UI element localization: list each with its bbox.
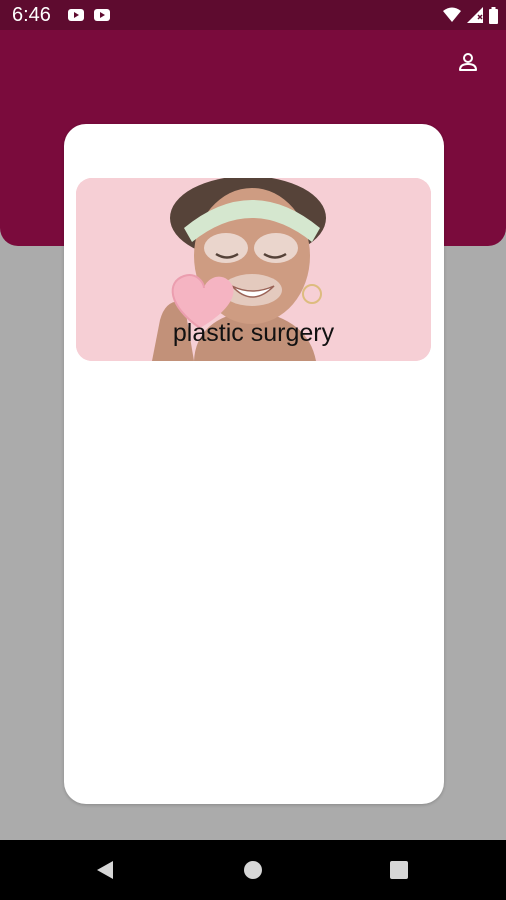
back-icon[interactable] <box>97 861 113 879</box>
category-card-plastic-surgery[interactable]: plastic surgery <box>76 178 431 361</box>
person-icon <box>459 53 477 71</box>
profile-button[interactable] <box>454 48 482 76</box>
wifi-icon <box>443 7 461 22</box>
youtube-icon <box>68 9 84 21</box>
youtube-icon <box>94 9 110 21</box>
status-bar: 6:46 <box>0 0 506 30</box>
cell-signal-icon <box>467 7 483 23</box>
status-time: 6:46 <box>12 4 51 26</box>
nav-bar <box>0 840 506 900</box>
status-icons <box>443 6 498 24</box>
recents-icon[interactable] <box>390 861 408 879</box>
category-label: plastic surgery <box>172 319 335 347</box>
battery-icon <box>489 6 498 24</box>
home-icon[interactable] <box>244 861 262 879</box>
